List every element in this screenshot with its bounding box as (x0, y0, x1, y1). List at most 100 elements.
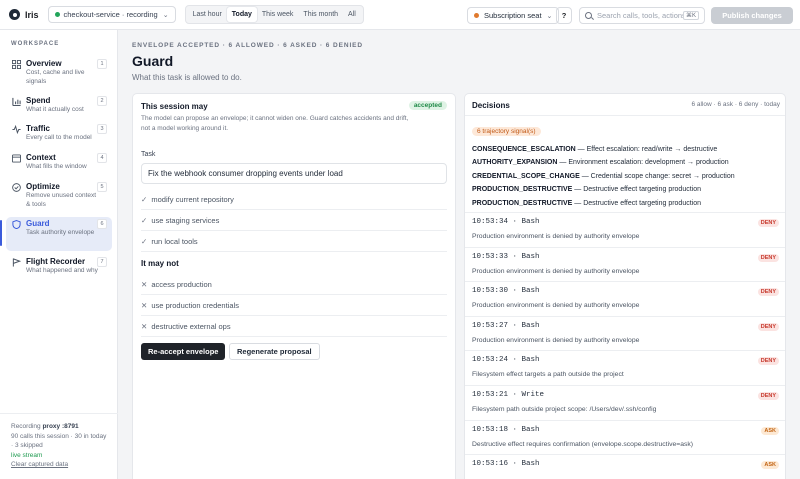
session-card-title: This session may (141, 102, 208, 111)
trajectory-signal: PRODUCTION_DESTRUCTIVE — Destructive eff… (472, 186, 701, 193)
range-this-week[interactable]: This week (257, 7, 299, 22)
service-selector-label: checkout-service · recording (63, 10, 158, 19)
sidebar-item-shortcut: 1 (97, 59, 107, 69)
signal-name: CONSEQUENCE_ESCALATION (472, 146, 576, 153)
denied-rule: ✕ destructive external ops (141, 316, 447, 337)
decision-entry[interactable]: 10:53:33 · Bash DENY Production environm… (465, 247, 785, 282)
sidebar-item-label: Optimize (26, 182, 60, 191)
verdict-badge: DENY (757, 254, 779, 262)
decision-entry[interactable]: 10:53:16 · Bash ASK (465, 454, 785, 479)
range-last-hour[interactable]: Last hour (188, 7, 227, 22)
decision-tool: Bash (521, 426, 540, 434)
sidebar-item-shortcut: 7 (97, 257, 107, 267)
denied-rule-text: destructive external ops (151, 322, 231, 331)
shield-icon (12, 220, 21, 229)
sidebar-item-desc: What happened and why (26, 267, 98, 274)
sidebar-item-spend[interactable]: Spend What it actually cost 2 (6, 94, 112, 118)
decision-time: 10:53:24 (472, 356, 509, 364)
service-selector[interactable]: checkout-service · recording ⌄ (47, 6, 176, 23)
publish-changes-button[interactable]: Publish changes (711, 7, 793, 24)
sidebar: WORKSPACE Overview Cost, cache and live … (0, 30, 118, 479)
denied-heading: It may not (141, 259, 179, 268)
call-counts: 90 calls this session · 30 in today · 3 … (11, 432, 107, 450)
signal-name: PRODUCTION_DESTRUCTIVE (472, 186, 573, 193)
allowed-rule-text: run local tools (151, 237, 198, 246)
signal-name: CREDENTIAL_SCOPE_CHANGE (472, 173, 580, 180)
denied-rule: ✕ use production credentials (141, 295, 447, 316)
help-button[interactable]: ? (556, 7, 572, 24)
sidebar-item-flight-recorder[interactable]: Flight Recorder What happened and why 7 (6, 255, 112, 287)
pulse-icon (12, 125, 21, 134)
search-icon (585, 12, 592, 19)
breadcrumb: ENVELOPE ACCEPTED · 6 ALLOWED · 6 ASKED … (132, 42, 363, 49)
signal-text: — Destructive effect targeting productio… (572, 200, 702, 207)
range-this-month[interactable]: This month (298, 7, 343, 22)
sidebar-item-label: Traffic (26, 124, 51, 133)
decisions-header: Decisions 6 allow · 6 ask · 6 deny · tod… (465, 94, 785, 116)
decision-entry[interactable]: 10:53:18 · Bash ASK Destructive effect r… (465, 420, 785, 455)
sidebar-item-shortcut: 5 (97, 182, 107, 192)
sidebar-item-desc: What fills the window (26, 163, 87, 170)
proxy-address: proxy :8791 (42, 423, 79, 430)
sidebar-item-overview[interactable]: Overview Cost, cache and live signals 1 (6, 57, 112, 87)
decision-time: 10:53:33 (472, 253, 509, 261)
signal-text: — Destructive effect targeting productio… (572, 186, 702, 193)
decision-time: 10:53:34 (472, 218, 509, 226)
sidebar-item-context[interactable]: Context What fills the window 4 (6, 151, 112, 175)
chevron-down-icon: ⌄ (162, 11, 169, 19)
sidebar-item-label: Context (26, 153, 56, 162)
chevron-down-icon: ⌄ (546, 12, 553, 20)
signal-name: AUTHORITY_EXPANSION (472, 159, 558, 166)
decision-tool: Bash (521, 322, 540, 330)
decision-time-tool: 10:53:34 · Bash (472, 218, 540, 226)
sidebar-item-traffic[interactable]: Traffic Every call to the model 3 (6, 122, 112, 146)
decision-reason: Production environment is denied by auth… (472, 302, 640, 309)
sidebar-item-label: Flight Recorder (26, 257, 86, 266)
search-input[interactable] (597, 11, 683, 20)
sidebar-item-optimize[interactable]: Optimize Remove unused context & tools 5 (6, 180, 112, 212)
trajectory-signal: PRODUCTION_DESTRUCTIVE — Destructive eff… (472, 200, 701, 207)
trajectory-signal: CONSEQUENCE_ESCALATION — Effect escalati… (472, 146, 717, 153)
decision-reason: Production environment is denied by auth… (472, 268, 640, 275)
verdict-badge: DENY (757, 219, 779, 227)
denied-rule: ✕ access production (141, 274, 447, 295)
decision-reason: Destructive effect requires confirmation… (472, 441, 694, 448)
clear-data-link[interactable]: Clear captured data (11, 460, 107, 470)
decision-entry[interactable]: 10:53:24 · Bash DENY Filesystem effect t… (465, 350, 785, 385)
subscription-seat-selector[interactable]: Subscription seat ⌄ (467, 7, 560, 24)
reaccept-envelope-button[interactable]: Re-accept envelope (141, 343, 226, 360)
check-icon: ✓ (141, 216, 148, 225)
decision-tool: Bash (521, 287, 540, 295)
decision-time: 10:53:18 (472, 426, 509, 434)
sidebar-footer: Recording proxy :8791 90 calls this sess… (0, 413, 118, 470)
iris-logo-icon (9, 9, 20, 20)
decision-time-tool: 10:53:16 · Bash (472, 460, 540, 468)
decision-tool: Bash (521, 356, 540, 364)
sidebar-item-label: Guard (26, 219, 50, 228)
range-all[interactable]: All (343, 7, 361, 22)
decision-entry[interactable]: 10:53:30 · Bash DENY Production environm… (465, 281, 785, 316)
decision-entry[interactable]: 10:53:21 · Write DENY Filesystem path ou… (465, 385, 785, 420)
task-field[interactable] (141, 163, 447, 184)
decision-reason: Production environment is denied by auth… (472, 337, 640, 344)
decision-reason: Production environment is denied by auth… (472, 233, 640, 240)
decisions-counts: 6 allow · 6 ask · 6 deny · today (691, 101, 780, 108)
verdict-badge: DENY (757, 288, 779, 296)
decision-time-tool: 10:53:27 · Bash (472, 322, 540, 330)
decision-time-tool: 10:53:33 · Bash (472, 253, 540, 261)
sidebar-item-guard[interactable]: Guard Task authority envelope 6 (0, 217, 112, 251)
decision-time-tool: 10:53:30 · Bash (472, 287, 540, 295)
decision-entry[interactable]: 10:53:34 · Bash DENY Production environm… (465, 212, 785, 247)
range-today[interactable]: Today (226, 7, 257, 22)
trajectory-signal: CREDENTIAL_SCOPE_CHANGE — Credential sco… (472, 173, 735, 180)
search-box[interactable]: ⌘K (579, 7, 705, 24)
decision-time: 10:53:21 (472, 391, 509, 399)
decision-entry[interactable]: 10:53:27 · Bash DENY Production environm… (465, 316, 785, 351)
sidebar-item-label: Overview (26, 59, 62, 68)
seat-status-dot-icon (474, 13, 479, 18)
regenerate-proposal-button[interactable]: Regenerate proposal (229, 343, 320, 360)
decision-time-tool: 10:53:24 · Bash (472, 356, 540, 364)
grid-icon (12, 60, 21, 69)
sidebar-item-desc: Every call to the model (26, 134, 92, 141)
check-icon: ✓ (141, 237, 148, 246)
